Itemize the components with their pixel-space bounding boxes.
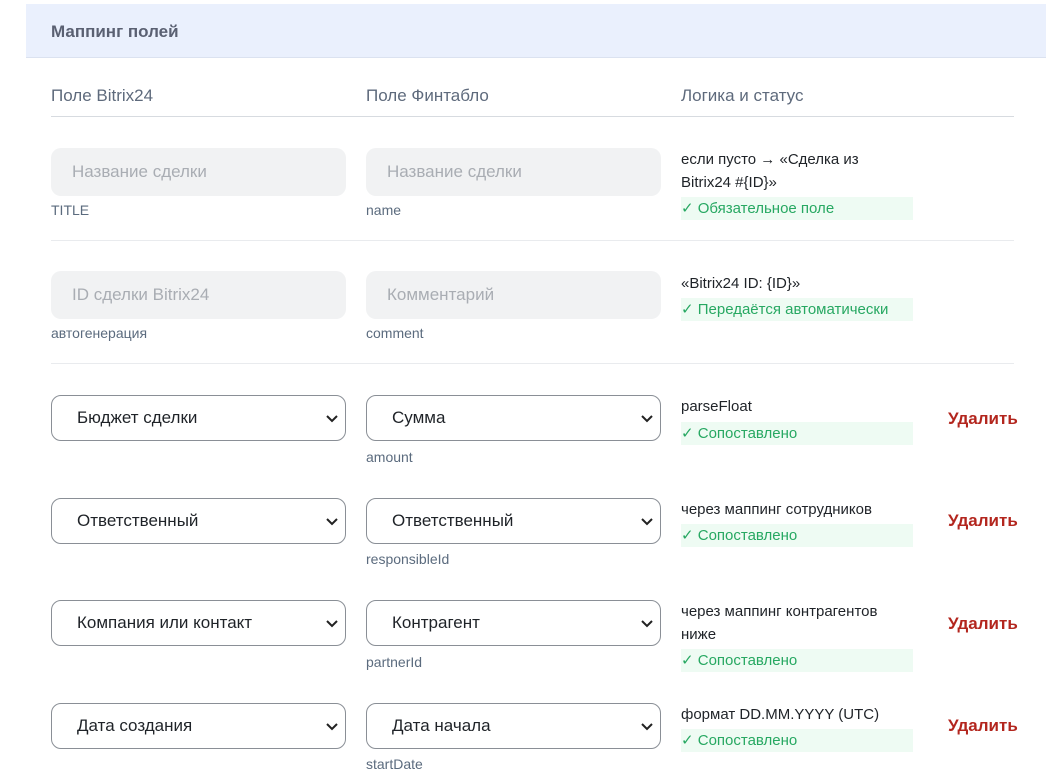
delete-button[interactable]: Удалить — [948, 716, 1018, 736]
fintablo-field-select[interactable]: Ответственный — [366, 498, 661, 544]
status-badge: ✓ Обязательное поле — [681, 197, 913, 220]
bitrix-field-select[interactable]: Бюджет сделки — [51, 395, 346, 441]
status-badge: ✓ Сопоставлено — [681, 524, 913, 547]
status-badge: ✓ Сопоставлено — [681, 649, 913, 672]
fintablo-field-code: partnerId — [366, 654, 423, 670]
fintablo-field-code: startDate — [366, 756, 423, 772]
bitrix-field-select[interactable]: Дата создания — [51, 703, 346, 749]
panel-header: Маппинг полей — [26, 4, 1046, 58]
header-divider — [51, 116, 1014, 117]
logic-text: через маппинг контрагентов ниже — [681, 600, 913, 646]
status-badge: ✓ Передаётся автоматически — [681, 298, 913, 321]
logic-text: формат DD.MM.YYYY (UTC) — [681, 703, 913, 726]
fintablo-field-select[interactable]: Дата начала — [366, 703, 661, 749]
select-value: Компания или контакт — [77, 613, 253, 632]
fintablo-field-name: Название сделки — [366, 148, 661, 196]
logic-line: через маппинг сотрудников — [681, 501, 872, 518]
row-divider — [51, 240, 1014, 241]
row-divider — [51, 363, 1014, 364]
delete-button[interactable]: Удалить — [948, 614, 1018, 634]
select-value: Ответственный — [77, 511, 199, 530]
fintablo-field-comment: Комментарий — [366, 271, 661, 319]
fintablo-field-code: responsibleId — [366, 551, 450, 567]
bitrix-field-id: ID сделки Bitrix24 — [51, 271, 346, 319]
select-value: Дата начала — [392, 716, 491, 735]
fintablo-field-code: name — [366, 202, 402, 218]
status-badge: ✓ Сопоставлено — [681, 729, 913, 752]
select-value: Сумма — [392, 408, 446, 427]
panel-title: Маппинг полей — [51, 22, 179, 41]
select-value: Контрагент — [392, 613, 480, 632]
chevron-down-icon — [641, 620, 653, 628]
fintablo-field-code: amount — [366, 449, 413, 465]
delete-button[interactable]: Удалить — [948, 511, 1018, 531]
fintablo-field-select[interactable]: Сумма — [366, 395, 661, 441]
status-badge: ✓ Сопоставлено — [681, 422, 913, 445]
bitrix-field-select[interactable]: Компания или контакт — [51, 600, 346, 646]
logic-text: «Bitrix24 ID: {ID}» — [681, 272, 913, 295]
bitrix-field-id-text: ID сделки Bitrix24 — [72, 285, 210, 304]
column-header-logic: Логика и статус — [681, 86, 804, 105]
chevron-down-icon — [641, 723, 653, 731]
logic-line: «Bitrix24 ID: {ID}» — [681, 275, 801, 292]
logic-line: ниже — [681, 626, 717, 643]
logic-text: parseFloat — [681, 395, 913, 418]
delete-button[interactable]: Удалить — [948, 409, 1018, 429]
logic-text: если пусто → «Сделка из Bitrix24 #{ID}» — [681, 148, 913, 194]
select-value: Дата создания — [77, 716, 193, 735]
select-value: Ответственный — [392, 511, 514, 530]
chevron-down-icon — [641, 518, 653, 526]
fintablo-field-code: comment — [366, 325, 424, 341]
column-header-fintablo: Поле Финтабло — [366, 86, 489, 105]
bitrix-field-title: Название сделки — [51, 148, 346, 196]
logic-line: parseFloat — [681, 398, 752, 415]
column-header-bitrix: Поле Bitrix24 — [51, 86, 154, 105]
logic-text: через маппинг сотрудников — [681, 498, 913, 521]
bitrix-field-code: TITLE — [51, 202, 90, 218]
logic-line: через маппинг контрагентов — [681, 603, 878, 620]
bitrix-field-title-text: Название сделки — [72, 162, 207, 181]
chevron-down-icon — [326, 518, 338, 526]
fintablo-field-name-text: Название сделки — [387, 162, 522, 181]
bitrix-field-select[interactable]: Ответственный — [51, 498, 346, 544]
chevron-down-icon — [326, 620, 338, 628]
logic-line: формат DD.MM.YYYY (UTC) — [681, 706, 880, 723]
chevron-down-icon — [641, 415, 653, 423]
bitrix-field-code: автогенерация — [51, 325, 148, 341]
chevron-down-icon — [326, 723, 338, 731]
fintablo-field-comment-text: Комментарий — [387, 285, 495, 304]
logic-line: если пусто → «Сделка из — [681, 151, 859, 168]
logic-line: Bitrix24 #{ID}» — [681, 174, 777, 191]
select-value: Бюджет сделки — [77, 408, 198, 427]
fintablo-field-select[interactable]: Контрагент — [366, 600, 661, 646]
chevron-down-icon — [326, 415, 338, 423]
